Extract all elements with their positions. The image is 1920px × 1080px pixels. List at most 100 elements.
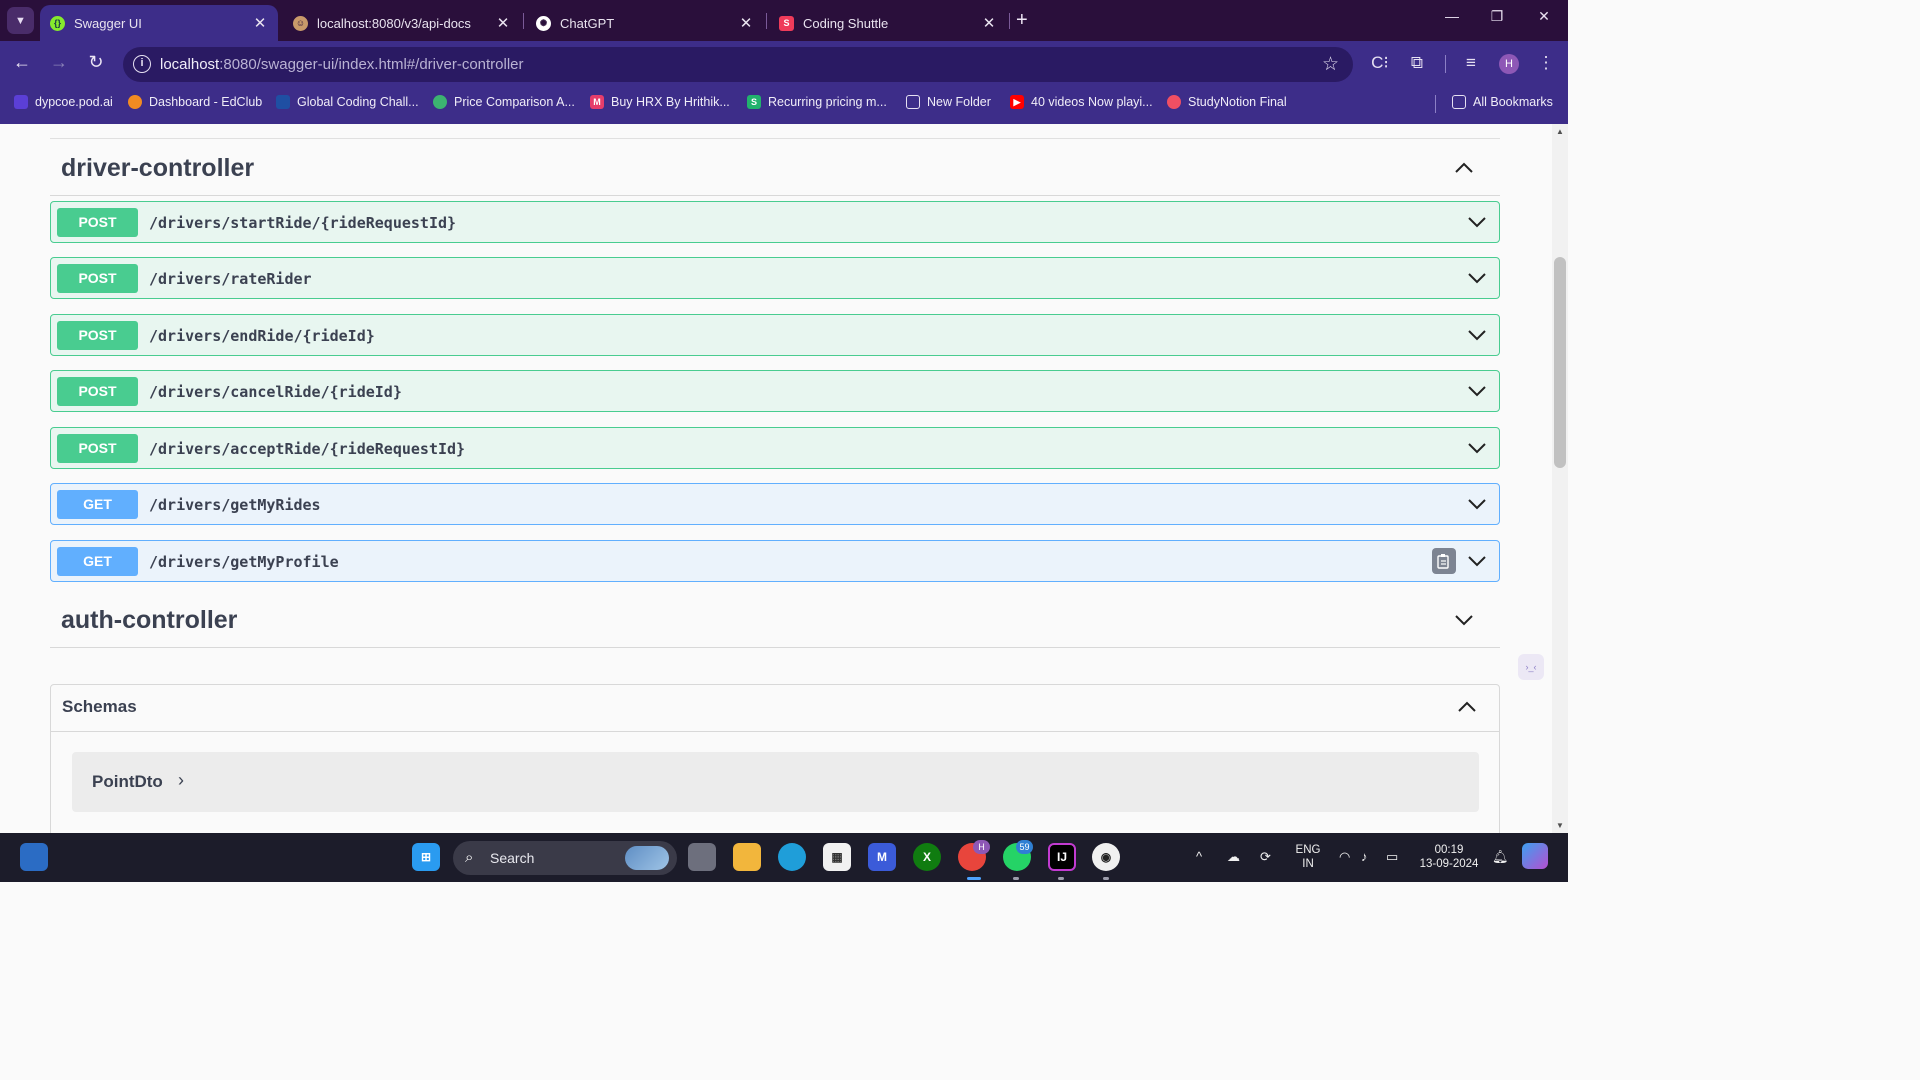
bookmark-dypcoe[interactable]: dypcoe.pod.ai: [14, 95, 113, 109]
tab-search-button[interactable]: ▼: [7, 7, 34, 34]
operation-row[interactable]: POST /drivers/startRide/{rideRequestId}: [50, 201, 1500, 243]
operation-row[interactable]: GET /drivers/getMyProfile: [50, 540, 1500, 582]
running-indicator: [1013, 877, 1019, 880]
chevron-down-icon[interactable]: [1465, 323, 1489, 347]
side-extension-icon[interactable]: ›_‹: [1518, 654, 1544, 680]
tab-chatgpt[interactable]: ✺ ChatGPT ✕: [526, 5, 764, 41]
scroll-up-arrow-icon[interactable]: ▲: [1556, 127, 1564, 136]
close-tab-icon[interactable]: ✕: [493, 14, 513, 32]
chevron-down-icon[interactable]: [1465, 266, 1489, 290]
global-coding-icon: [276, 95, 290, 109]
active-app-indicator: [967, 877, 981, 880]
volume-icon[interactable]: ♪: [1361, 849, 1368, 864]
close-tab-icon[interactable]: ✕: [979, 14, 999, 32]
folder-icon: [906, 95, 920, 109]
edge-icon[interactable]: [778, 843, 806, 871]
url-text[interactable]: localhost:8080/swagger-ui/index.html#/dr…: [160, 56, 524, 73]
media-queue-icon[interactable]: ≡: [1459, 53, 1483, 73]
file-explorer-icon[interactable]: [733, 843, 761, 871]
wifi-icon[interactable]: ◠: [1339, 849, 1350, 865]
forward-arrow-icon[interactable]: →: [47, 52, 71, 73]
bookmark-studynotion[interactable]: StudyNotion Final: [1167, 95, 1287, 109]
coding-shuttle-favicon-icon: S: [779, 15, 794, 31]
search-highlight-image: [625, 846, 669, 870]
copy-to-clipboard-button[interactable]: [1432, 548, 1456, 574]
reload-icon[interactable]: ↻: [84, 52, 108, 73]
bookmark-recurring-pricing[interactable]: S Recurring pricing m...: [747, 95, 887, 109]
tab-coding-shuttle[interactable]: S Coding Shuttle ✕: [769, 5, 1007, 41]
bookmark-star-icon[interactable]: ☆: [1322, 53, 1339, 76]
chevron-down-icon[interactable]: [1465, 492, 1489, 516]
auth-controller-header[interactable]: auth-controller: [50, 592, 1500, 648]
address-bar[interactable]: i localhost:8080/swagger-ui/index.html#/…: [123, 47, 1353, 82]
onedrive-cloud-icon[interactable]: ☁: [1227, 849, 1240, 865]
schemas-panel: Schemas PointDto ›: [50, 684, 1500, 833]
chevron-down-icon[interactable]: [1465, 549, 1489, 573]
bookmarks-divider: [1435, 95, 1436, 113]
language-indicator[interactable]: ENG IN: [1290, 843, 1326, 871]
operation-row[interactable]: POST /drivers/endRide/{rideId}: [50, 314, 1500, 356]
dypcoe-icon: [14, 95, 28, 109]
swagger-page: driver-controller POST /drivers/startRid…: [0, 124, 1552, 833]
operation-row[interactable]: POST /drivers/rateRider: [50, 257, 1500, 299]
driver-controller-header[interactable]: driver-controller: [50, 140, 1500, 196]
task-view-icon[interactable]: [688, 843, 716, 871]
taskbar-search[interactable]: ⌕ Search: [453, 841, 677, 875]
copilot-icon[interactable]: [1522, 843, 1548, 869]
extensions-puzzle-icon[interactable]: ⧉: [1405, 53, 1429, 73]
tray-overflow-chevron-icon[interactable]: ^: [1196, 849, 1202, 864]
widgets-icon[interactable]: [20, 843, 48, 871]
chevron-down-icon[interactable]: [1452, 608, 1476, 632]
tab-api-docs[interactable]: ☺ localhost:8080/v3/api-docs ✕: [283, 5, 521, 41]
chevron-down-icon[interactable]: [1465, 436, 1489, 460]
operation-row[interactable]: GET /drivers/getMyRides: [50, 483, 1500, 525]
bookmark-edclub[interactable]: Dashboard - EdClub: [128, 95, 262, 109]
avatar-favicon-icon: ☺: [293, 15, 308, 31]
postman-icon[interactable]: ◉: [1092, 843, 1120, 871]
chevron-down-icon[interactable]: [1465, 379, 1489, 403]
operation-row[interactable]: POST /drivers/acceptRide/{rideRequestId}: [50, 427, 1500, 469]
bookmark-youtube[interactable]: ▶ 40 videos Now playi...: [1010, 95, 1153, 109]
bookmark-hrx[interactable]: M Buy HRX By Hrithik...: [590, 95, 730, 109]
chevron-right-icon[interactable]: ›: [178, 770, 184, 791]
scroll-down-arrow-icon[interactable]: ▼: [1556, 821, 1564, 830]
windows-taskbar: ⊞ ⌕ Search ▦ M X H 59 IJ ◉ ^ ☁ ⟳ ENG IN ◠…: [0, 833, 1568, 882]
notification-bell-icon[interactable]: 🔔︎: [1492, 849, 1509, 865]
toolbar: ← → ↻ i localhost:8080/swagger-ui/index.…: [0, 41, 1568, 87]
page-scrollbar[interactable]: ▲ ▼: [1552, 124, 1568, 833]
battery-icon[interactable]: ▭: [1386, 849, 1398, 865]
start-windows-icon[interactable]: ⊞: [412, 843, 440, 871]
intellij-icon[interactable]: IJ: [1048, 843, 1076, 871]
app-m-icon[interactable]: M: [868, 843, 896, 871]
more-menu-icon[interactable]: ⋮: [1534, 53, 1558, 73]
sync-icon[interactable]: ⟳: [1260, 849, 1271, 865]
chevron-down-icon[interactable]: [1465, 210, 1489, 234]
chevron-up-icon[interactable]: [1452, 156, 1476, 180]
operation-row[interactable]: POST /drivers/cancelRide/{rideId}: [50, 370, 1500, 412]
window-close-icon[interactable]: ✕: [1529, 8, 1559, 25]
restore-icon[interactable]: ❐: [1482, 8, 1512, 25]
close-tab-icon[interactable]: ✕: [250, 14, 270, 32]
site-info-icon[interactable]: i: [133, 55, 151, 73]
back-arrow-icon[interactable]: ←: [10, 52, 34, 73]
clock[interactable]: 00:19 13-09-2024: [1414, 843, 1484, 871]
scrollbar-thumb[interactable]: [1554, 257, 1566, 468]
swagger-favicon-icon: {}: [50, 15, 65, 31]
bookmark-price-comparison[interactable]: Price Comparison A...: [433, 95, 575, 109]
tab-swagger-ui[interactable]: {} Swagger UI ✕: [40, 5, 278, 41]
schema-model-pointdto[interactable]: PointDto ›: [72, 752, 1479, 812]
extension-c-icon[interactable]: C⁝: [1368, 53, 1392, 73]
profile-avatar[interactable]: H: [1499, 54, 1519, 74]
tab-divider: [766, 13, 767, 29]
chevron-up-icon[interactable]: [1455, 695, 1479, 719]
xbox-icon[interactable]: X: [913, 843, 941, 871]
minimize-icon[interactable]: ―: [1437, 8, 1467, 24]
youtube-icon: ▶: [1010, 95, 1024, 109]
store-icon[interactable]: ▦: [823, 843, 851, 871]
bookmark-global-coding[interactable]: Global Coding Chall...: [276, 95, 419, 109]
close-tab-icon[interactable]: ✕: [736, 14, 756, 32]
new-tab-plus-icon[interactable]: +: [1016, 9, 1028, 31]
all-bookmarks[interactable]: All Bookmarks: [1452, 95, 1553, 109]
schemas-header[interactable]: Schemas: [51, 685, 1499, 732]
bookmark-new-folder[interactable]: New Folder: [906, 95, 991, 109]
